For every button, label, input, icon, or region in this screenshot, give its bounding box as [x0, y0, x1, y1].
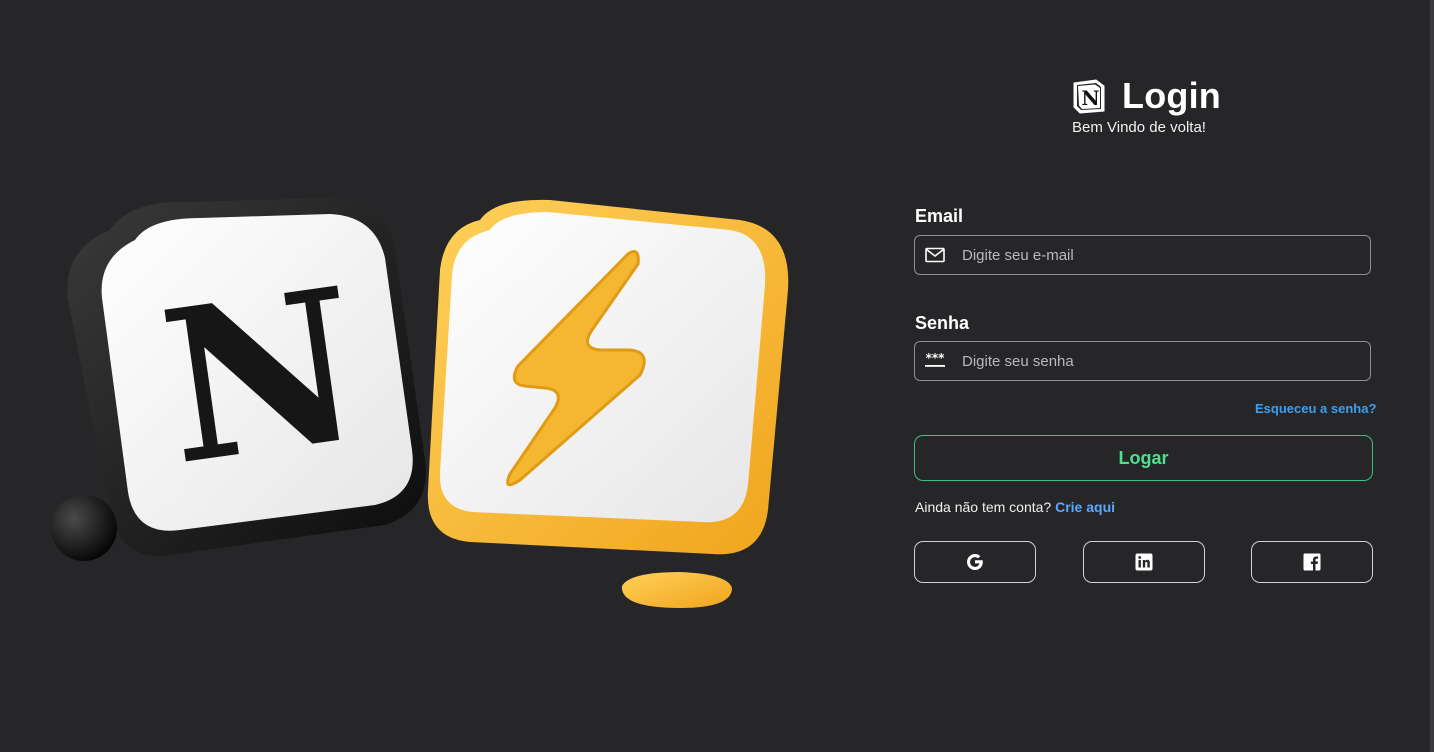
notion-letter: N: [149, 241, 373, 512]
facebook-login-button[interactable]: [1251, 541, 1373, 583]
password-field[interactable]: ***: [914, 341, 1371, 381]
google-icon: [967, 554, 983, 570]
page-subtitle: Bem Vindo de volta!: [1072, 119, 1206, 136]
linkedin-login-button[interactable]: [1083, 541, 1205, 583]
email-field[interactable]: [914, 235, 1371, 275]
hero-illustration: N: [40, 180, 820, 620]
svg-text:N: N: [1081, 86, 1099, 110]
email-label: Email: [915, 206, 964, 226]
google-login-button[interactable]: [914, 541, 1036, 583]
yellow-pebble: [621, 572, 732, 608]
signup-link[interactable]: Crie aqui: [1055, 499, 1115, 515]
envelope-icon: [925, 247, 945, 263]
page-title: Login: [1122, 75, 1221, 116]
black-sphere: [51, 495, 117, 561]
brand-header: N Login: [1070, 74, 1221, 118]
facebook-icon: [1303, 553, 1321, 571]
email-input[interactable]: [962, 236, 1370, 274]
login-button[interactable]: Logar: [914, 435, 1373, 481]
notion-logo-icon: N: [1073, 79, 1105, 114]
notion-tile: N: [51, 198, 426, 561]
linkedin-icon: [1135, 553, 1153, 571]
forgot-password-link[interactable]: Esqueceu a senha?: [1255, 401, 1376, 416]
signup-prompt-text: Ainda não tem conta?: [915, 499, 1052, 515]
svg-text:***: ***: [926, 351, 946, 365]
password-label: Senha: [915, 313, 970, 333]
signup-prompt: Ainda não tem conta? Crie aqui: [915, 499, 1115, 515]
notion-3d-tiles-illustration: N: [51, 198, 789, 608]
password-input[interactable]: [962, 342, 1370, 380]
lightning-tile: [427, 199, 789, 608]
password-dots-icon: ***: [925, 351, 946, 367]
